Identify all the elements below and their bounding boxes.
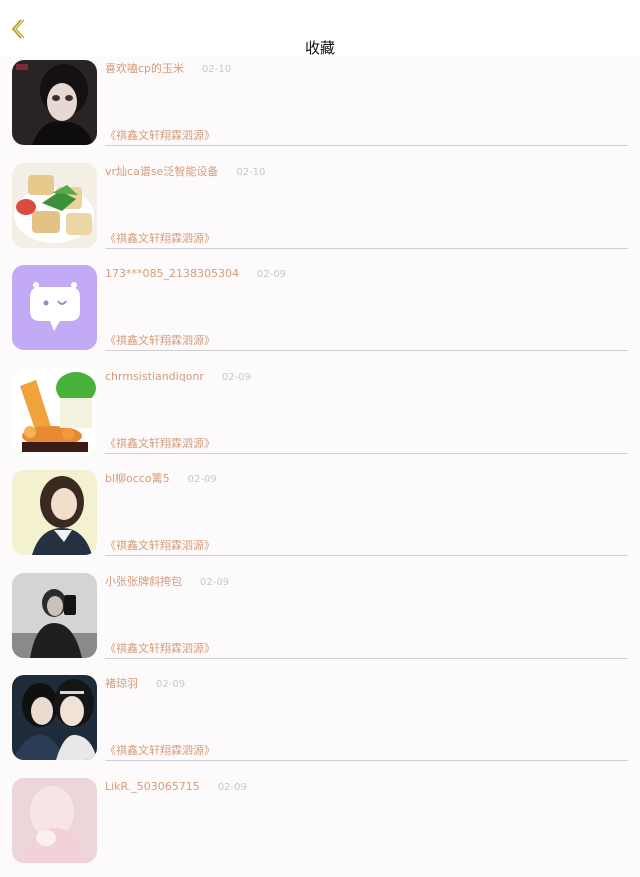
user-name[interactable]: 小张张牌斜挎包02-09 [105,575,229,590]
divider [105,555,628,556]
list-item[interactable]: 173***085_213830530402-09 《祺鑫文轩翔霖泗源》 [0,262,640,365]
list-item[interactable]: 褚琼羽02-09 《祺鑫文轩翔霖泗源》 [0,672,640,775]
book-title-link[interactable]: 《祺鑫文轩翔霖泗源》 [105,437,215,451]
user-name[interactable]: chrmsistiandiqonr02-09 [105,370,251,385]
avatar[interactable] [12,470,97,555]
avatar[interactable] [12,778,97,863]
user-name[interactable]: 褚琼羽02-09 [105,677,185,692]
costume-drama-photo [12,675,97,760]
mirror-selfie-photo [12,573,97,658]
book-title-link[interactable]: 《祺鑫文轩翔霖泗源》 [105,129,215,143]
divider [105,350,628,351]
list-item[interactable]: vr灿ca谱se泛智能设备02-10 《祺鑫文轩翔霖泗源》 [0,160,640,263]
list-item[interactable]: chrmsistiandiqonr02-09 《祺鑫文轩翔霖泗源》 [0,365,640,468]
avatar[interactable] [12,573,97,658]
divider [105,658,628,659]
avatar[interactable] [12,60,97,145]
book-title-link[interactable]: 《祺鑫文轩翔霖泗源》 [105,232,215,246]
divider [105,760,628,761]
book-title-link[interactable]: 《祺鑫文轩翔霖泗源》 [105,334,215,348]
pink-portrait-photo [12,778,97,863]
user-name[interactable]: 喜欢嗑cp的玉米02-10 [105,62,231,77]
date: 02-09 [156,679,185,690]
list-item[interactable]: bl柳occo篱502-09 《祺鑫文轩翔霖泗源》 [0,467,640,570]
user-name[interactable]: vr灿ca谱se泛智能设备02-10 [105,165,265,180]
date: 02-10 [202,64,231,75]
book-title-link[interactable]: 《祺鑫文轩翔霖泗源》 [105,539,215,553]
date: 02-09 [257,269,286,280]
divider [105,453,628,454]
avatar[interactable] [12,265,97,350]
page-title: 收藏 [0,38,640,58]
avatar[interactable] [12,368,97,453]
list-item[interactable]: 喜欢嗑cp的玉米02-10 《祺鑫文轩翔霖泗源》 [0,57,640,160]
default-chat-bubble-icon [12,265,97,350]
user-name[interactable]: 173***085_213830530402-09 [105,267,286,282]
avatar[interactable] [12,675,97,760]
list-item[interactable]: LikR._50306571502-09 [0,775,640,877]
date: 02-09 [222,372,251,383]
avatar[interactable] [12,163,97,248]
favorites-list: 喜欢嗑cp的玉米02-10 《祺鑫文轩翔霖泗源》 vr灿ca谱se泛智能设备02… [0,57,640,877]
book-title-link[interactable]: 《祺鑫文轩翔霖泗源》 [105,744,215,758]
date: 02-09 [188,474,217,485]
user-name[interactable]: bl柳occo篱502-09 [105,472,217,487]
date: 02-09 [200,577,229,588]
user-name[interactable]: LikR._50306571502-09 [105,780,247,795]
figurines-photo [12,368,97,453]
top-bar: 收藏 [0,0,640,57]
list-item[interactable]: 小张张牌斜挎包02-09 《祺鑫文轩翔霖泗源》 [0,570,640,673]
food-photo [12,163,97,248]
chevron-left-icon [9,18,25,40]
book-title-link[interactable]: 《祺鑫文轩翔霖泗源》 [105,642,215,656]
divider [105,145,628,146]
dark-portrait-photo [12,60,97,145]
date: 02-09 [218,782,247,793]
divider [105,248,628,249]
date: 02-10 [236,167,265,178]
girl-portrait-photo [12,470,97,555]
